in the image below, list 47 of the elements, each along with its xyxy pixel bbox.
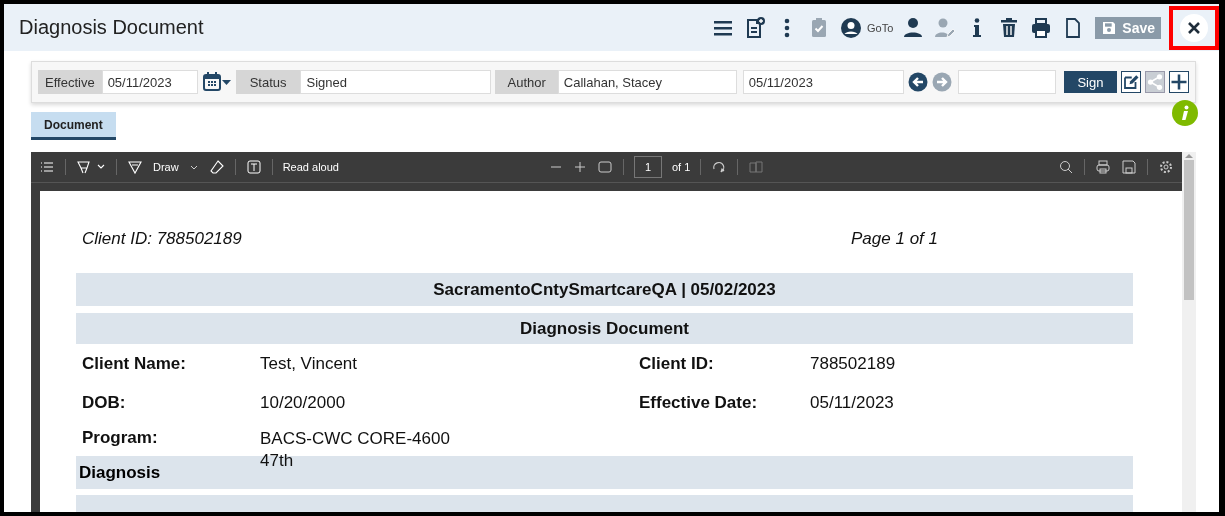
- zoom-in-icon[interactable]: [572, 160, 587, 174]
- eraser-icon[interactable]: [208, 159, 225, 175]
- field-value: Test, Vincent: [260, 353, 359, 374]
- sign-button[interactable]: Sign: [1063, 71, 1117, 93]
- print-icon[interactable]: [1095, 159, 1111, 175]
- user-circle-icon[interactable]: [839, 15, 863, 40]
- effective-label: Effective: [38, 70, 102, 94]
- search-icon[interactable]: [1058, 159, 1074, 175]
- section-heading: SacramentoCntySmartcareQA | 05/02/2023: [76, 273, 1133, 306]
- author-field[interactable]: Callahan, Stacey: [557, 70, 737, 94]
- date-field[interactable]: 05/11/2023: [742, 70, 904, 94]
- section-heading: Diagnosis Document: [76, 313, 1133, 344]
- field-label: Client ID:: [639, 353, 715, 374]
- author-label: Author: [495, 70, 558, 94]
- window-title: Diagnosis Document: [19, 16, 205, 39]
- client-id-text: Client ID: 788502189: [82, 229, 242, 249]
- read-aloud-button[interactable]: Read aloud: [282, 161, 339, 173]
- contents-icon[interactable]: [39, 159, 55, 175]
- highlight-icon[interactable]: [76, 159, 106, 175]
- field-label: DOB:: [82, 392, 127, 413]
- add-icon[interactable]: [1169, 71, 1189, 93]
- status-field[interactable]: Signed: [300, 70, 492, 94]
- field-value: 10/20/2000: [260, 392, 347, 413]
- status-label: Status: [235, 70, 301, 94]
- field-value: 788502189: [810, 353, 897, 374]
- edit-icon[interactable]: [1121, 71, 1141, 93]
- input-field[interactable]: [957, 70, 1056, 94]
- text-box-icon[interactable]: [245, 159, 262, 175]
- save-icon[interactable]: [1121, 159, 1137, 175]
- field-label: Effective Date:: [639, 392, 759, 413]
- settings-icon[interactable]: [1158, 159, 1174, 175]
- calendar-icon[interactable]: [201, 71, 232, 93]
- field-value: 05/11/2023: [810, 392, 895, 413]
- page-count: of 1: [671, 161, 691, 173]
- scrollbar[interactable]: [1182, 152, 1196, 512]
- effective-date-field[interactable]: 05/11/2023: [101, 70, 198, 94]
- pen-icon[interactable]: [127, 159, 143, 175]
- field-label: Program:: [82, 428, 159, 448]
- page-number-text: Page 1 of 1: [851, 229, 938, 249]
- page-number-field[interactable]: 1: [633, 156, 662, 178]
- draw-button[interactable]: Draw: [153, 161, 179, 173]
- close-icon[interactable]: [1180, 13, 1208, 42]
- fit-page-icon[interactable]: [596, 160, 613, 174]
- document-tab[interactable]: Document: [31, 112, 116, 140]
- field-label: Client Name:: [82, 353, 187, 374]
- field-value: BACS-CWC CORE-4600 47th: [260, 428, 451, 472]
- goto-link[interactable]: GoTo: [867, 21, 894, 34]
